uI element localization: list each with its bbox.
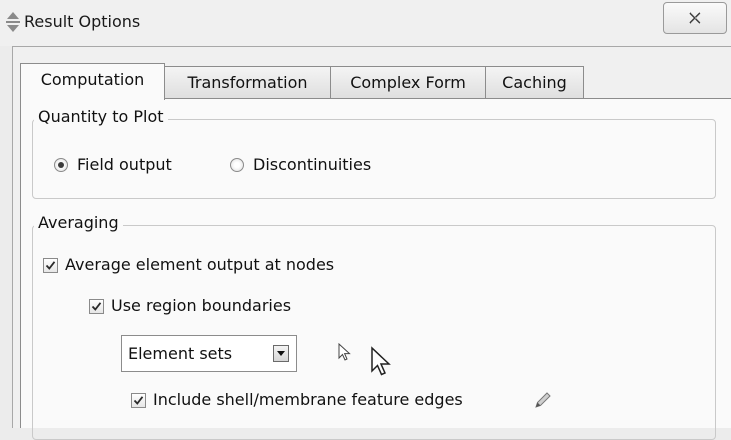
tab-caching-label: Caching bbox=[502, 73, 567, 92]
checkmark-icon bbox=[45, 261, 56, 270]
pencil-icon[interactable] bbox=[533, 390, 553, 410]
title-bar: Result Options bbox=[0, 0, 731, 46]
discontinuities-label: Discontinuities bbox=[253, 155, 372, 174]
field-output-radio[interactable] bbox=[54, 158, 68, 172]
move-arrows-icon bbox=[6, 12, 20, 32]
tab-transformation[interactable]: Transformation bbox=[164, 66, 331, 99]
tab-caching[interactable]: Caching bbox=[485, 66, 584, 99]
tab-complex-form-label: Complex Form bbox=[350, 73, 466, 92]
region-type-value: Element sets bbox=[128, 344, 233, 363]
field-output-label: Field output bbox=[77, 155, 172, 174]
use-region-boundaries-checkbox[interactable] bbox=[89, 299, 104, 314]
discontinuities-radio[interactable] bbox=[230, 158, 244, 172]
region-type-select[interactable]: Element sets bbox=[121, 335, 297, 372]
mouse-pointer-icon bbox=[338, 343, 351, 361]
include-shell-edges-label: Include shell/membrane feature edges bbox=[153, 390, 463, 409]
tab-computation-label: Computation bbox=[40, 70, 145, 89]
quantity-to-plot-legend: Quantity to Plot bbox=[34, 107, 168, 126]
checkmark-icon bbox=[133, 396, 144, 405]
dropdown-arrow-icon[interactable] bbox=[273, 345, 289, 362]
average-nodes-label: Average element output at nodes bbox=[65, 255, 335, 274]
close-button[interactable] bbox=[663, 2, 727, 34]
average-nodes-checkbox[interactable] bbox=[43, 258, 58, 273]
tab-computation[interactable]: Computation bbox=[20, 63, 165, 100]
close-x-icon bbox=[689, 12, 702, 24]
tab-complex-form[interactable]: Complex Form bbox=[330, 66, 486, 99]
checkmark-icon bbox=[91, 302, 102, 311]
include-shell-edges-checkbox[interactable] bbox=[131, 393, 146, 408]
use-region-boundaries-label: Use region boundaries bbox=[111, 296, 292, 315]
averaging-legend: Averaging bbox=[34, 213, 123, 232]
tab-transformation-label: Transformation bbox=[187, 73, 308, 92]
mouse-cursor-icon bbox=[371, 346, 391, 376]
window-title: Result Options bbox=[24, 12, 141, 31]
